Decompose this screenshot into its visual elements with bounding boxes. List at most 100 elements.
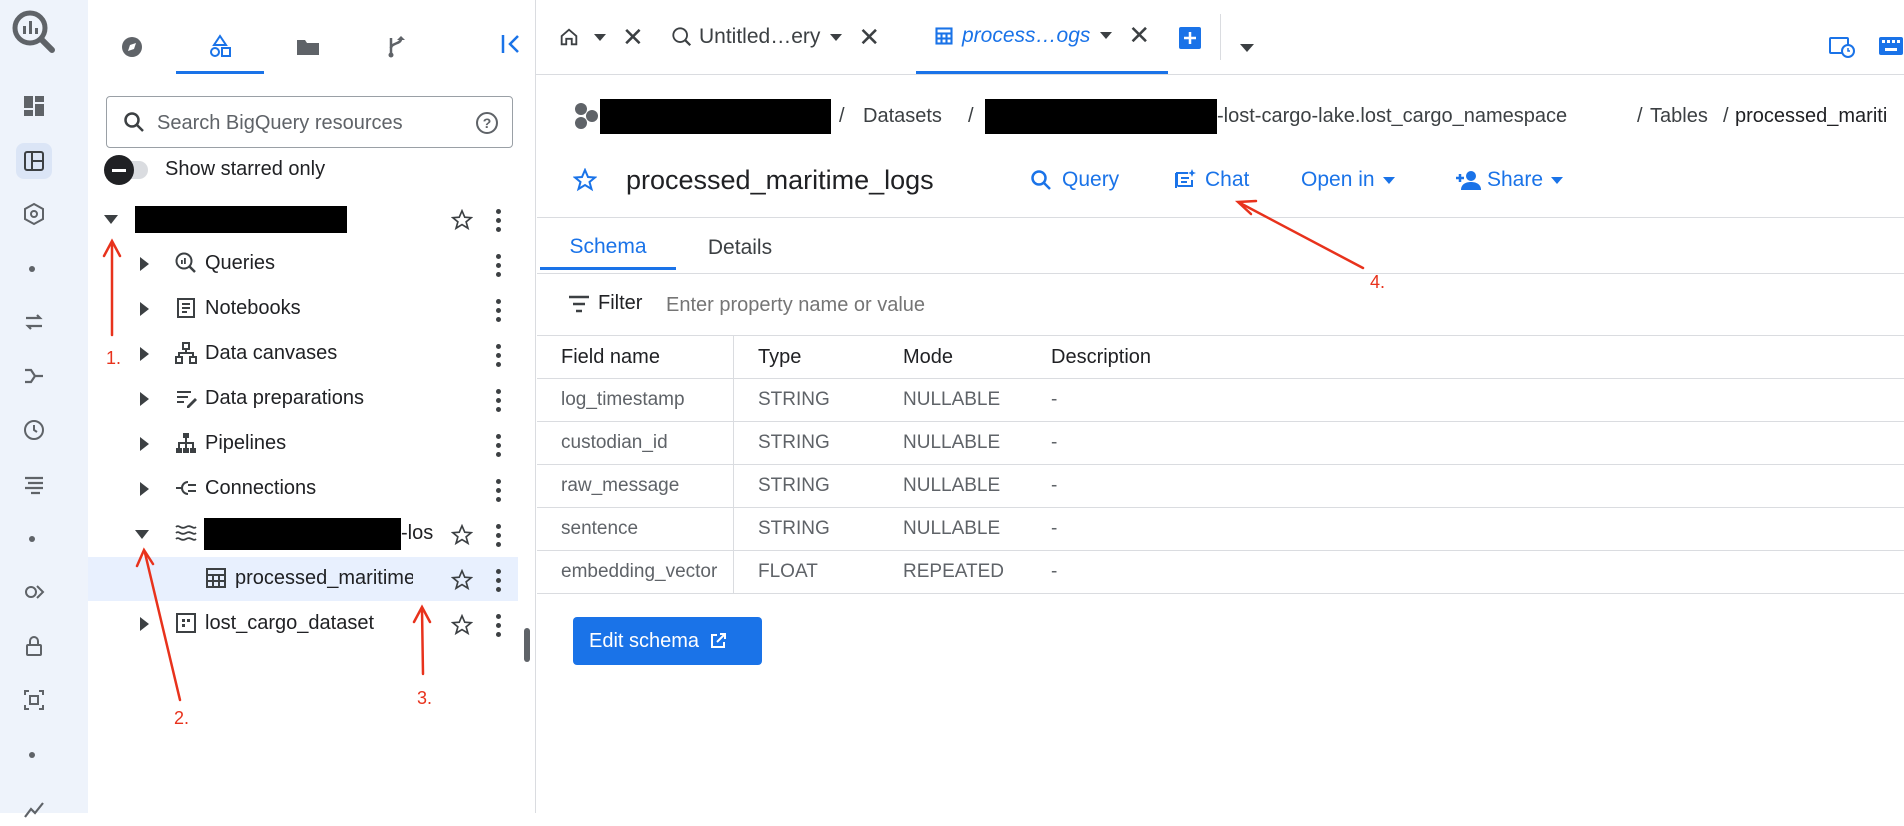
column-header-field-name[interactable]: Field name bbox=[537, 335, 734, 379]
dataset-row[interactable]: -lost bbox=[88, 512, 518, 556]
table-row[interactable]: raw_message STRING NULLABLE - bbox=[537, 464, 1904, 508]
expand-icon[interactable] bbox=[140, 347, 149, 361]
expand-dataset-icon[interactable] bbox=[135, 530, 149, 539]
more-options-icon[interactable] bbox=[496, 299, 502, 325]
collapse-panel-icon[interactable] bbox=[500, 32, 524, 56]
help-icon[interactable]: ? bbox=[475, 111, 499, 135]
table-row[interactable]: log_timestamp STRING NULLABLE - bbox=[537, 378, 1904, 422]
chevron-down-icon[interactable] bbox=[594, 33, 606, 41]
window-clock-icon[interactable] bbox=[1829, 36, 1855, 58]
schema-header-row: Field name Type Mode Description bbox=[537, 335, 1904, 379]
cell-field-name: embedding_vector bbox=[537, 550, 734, 594]
breadcrumb-dataset[interactable]: -lost-cargo-lake.lost_cargo_namespace bbox=[1217, 105, 1567, 128]
tab-home[interactable]: ✕ bbox=[558, 0, 644, 74]
new-tab-icon[interactable] bbox=[1178, 26, 1202, 50]
expand-icon[interactable] bbox=[140, 302, 149, 316]
query-button[interactable]: Query bbox=[1030, 162, 1119, 198]
star-icon[interactable] bbox=[451, 569, 473, 591]
tree-item-label: Data preparations bbox=[205, 387, 364, 409]
chevron-down-icon[interactable] bbox=[830, 33, 843, 41]
data-prep-icon bbox=[174, 386, 198, 410]
breadcrumb-tables[interactable]: Tables bbox=[1650, 105, 1708, 128]
tab-classic-explorer[interactable] bbox=[176, 20, 264, 74]
project-row[interactable] bbox=[88, 197, 518, 241]
page-title: processed_maritime_logs bbox=[626, 165, 934, 195]
breadcrumb-datasets[interactable]: Datasets bbox=[863, 105, 942, 128]
filter-input[interactable] bbox=[664, 289, 1268, 321]
dashboard-icon[interactable] bbox=[16, 88, 52, 124]
column-header-description[interactable]: Description bbox=[1027, 335, 1904, 379]
expand-icon[interactable] bbox=[140, 257, 149, 271]
search-resources-box[interactable]: ? bbox=[106, 96, 513, 148]
tab-processed-logs[interactable]: process…ogs ✕ bbox=[916, 0, 1169, 74]
more-options-icon[interactable] bbox=[496, 434, 502, 460]
expand-project-icon[interactable] bbox=[104, 215, 118, 224]
more-options-icon[interactable] bbox=[496, 524, 502, 550]
chart-icon[interactable] bbox=[16, 790, 52, 826]
dataset-row-lost-cargo[interactable]: lost_cargo_dataset bbox=[88, 602, 518, 646]
analytics-hub-icon[interactable] bbox=[16, 574, 52, 610]
expand-icon[interactable] bbox=[140, 482, 149, 496]
tab-untitled-query[interactable]: Untitled…ery ✕ bbox=[671, 0, 880, 74]
table-row[interactable]: sentence STRING NULLABLE - bbox=[537, 507, 1904, 551]
close-icon[interactable]: ✕ bbox=[858, 22, 880, 53]
annotation-label-3: 3. bbox=[417, 688, 433, 708]
scrollbar-thumb[interactable] bbox=[524, 628, 530, 662]
dataset-icon bbox=[174, 611, 198, 635]
share-button[interactable]: Share bbox=[1455, 162, 1564, 198]
tree-item-notebooks[interactable]: Notebooks bbox=[88, 287, 518, 331]
tree-item-label: lost_cargo_dataset bbox=[205, 612, 375, 634]
clock-icon[interactable] bbox=[16, 412, 52, 448]
keyboard-icon[interactable] bbox=[1878, 36, 1904, 56]
tree-item-data-preparations[interactable]: Data preparations bbox=[88, 377, 518, 421]
transfer-icon[interactable] bbox=[16, 304, 52, 340]
close-icon[interactable]: ✕ bbox=[1128, 20, 1150, 51]
expand-icon[interactable] bbox=[140, 617, 149, 631]
more-options-icon[interactable] bbox=[496, 254, 502, 280]
list-icon[interactable] bbox=[16, 466, 52, 502]
star-icon[interactable] bbox=[451, 614, 473, 636]
tab-repositories[interactable] bbox=[352, 20, 440, 74]
star-icon[interactable] bbox=[451, 209, 473, 231]
left-rail bbox=[0, 0, 88, 818]
close-icon[interactable]: ✕ bbox=[622, 22, 644, 53]
filter-icon[interactable] bbox=[567, 294, 591, 314]
scan-icon[interactable] bbox=[16, 682, 52, 718]
more-options-icon[interactable] bbox=[496, 344, 502, 370]
tab-explore[interactable] bbox=[88, 20, 176, 74]
lock-icon[interactable] bbox=[16, 628, 52, 664]
expand-icon[interactable] bbox=[140, 392, 149, 406]
column-header-mode[interactable]: Mode bbox=[879, 335, 1027, 379]
chat-button[interactable]: Chat bbox=[1173, 162, 1249, 198]
studio-icon[interactable] bbox=[16, 143, 52, 179]
starred-toggle[interactable] bbox=[104, 155, 148, 185]
more-options-icon[interactable] bbox=[496, 209, 502, 235]
tree-item-data-canvases[interactable]: Data canvases bbox=[88, 332, 518, 376]
tab-files[interactable] bbox=[264, 20, 352, 74]
tree-item-pipelines[interactable]: Pipelines bbox=[88, 422, 518, 466]
expand-icon[interactable] bbox=[140, 437, 149, 451]
svg-text:?: ? bbox=[483, 115, 492, 131]
star-icon[interactable] bbox=[451, 524, 473, 546]
more-tabs-chevron-icon[interactable] bbox=[1240, 44, 1254, 52]
tree-item-queries[interactable]: Queries bbox=[88, 242, 518, 286]
redacted-dataset-name bbox=[204, 518, 401, 550]
more-options-icon[interactable] bbox=[496, 479, 502, 505]
tab-schema[interactable]: Schema bbox=[540, 226, 676, 270]
column-header-type[interactable]: Type bbox=[733, 335, 879, 379]
more-options-icon[interactable] bbox=[496, 569, 502, 595]
hexagon-settings-icon[interactable] bbox=[16, 196, 52, 232]
open-in-button[interactable]: Open in bbox=[1301, 162, 1395, 198]
edit-schema-button[interactable]: Edit schema bbox=[573, 617, 762, 665]
more-options-icon[interactable] bbox=[496, 614, 502, 640]
table-item-selected[interactable]: processed_maritime_lo bbox=[88, 557, 518, 601]
tree-item-connections[interactable]: Connections bbox=[88, 467, 518, 511]
more-options-icon[interactable] bbox=[496, 389, 502, 415]
favorite-star-icon[interactable] bbox=[573, 168, 597, 192]
chevron-down-icon[interactable] bbox=[1100, 32, 1113, 39]
search-input[interactable] bbox=[155, 109, 459, 137]
pipeline-icon[interactable] bbox=[16, 358, 52, 394]
table-row[interactable]: custodian_id STRING NULLABLE - bbox=[537, 421, 1904, 465]
tab-details[interactable]: Details bbox=[690, 226, 790, 270]
table-row[interactable]: embedding_vector FLOAT REPEATED - bbox=[537, 550, 1904, 594]
